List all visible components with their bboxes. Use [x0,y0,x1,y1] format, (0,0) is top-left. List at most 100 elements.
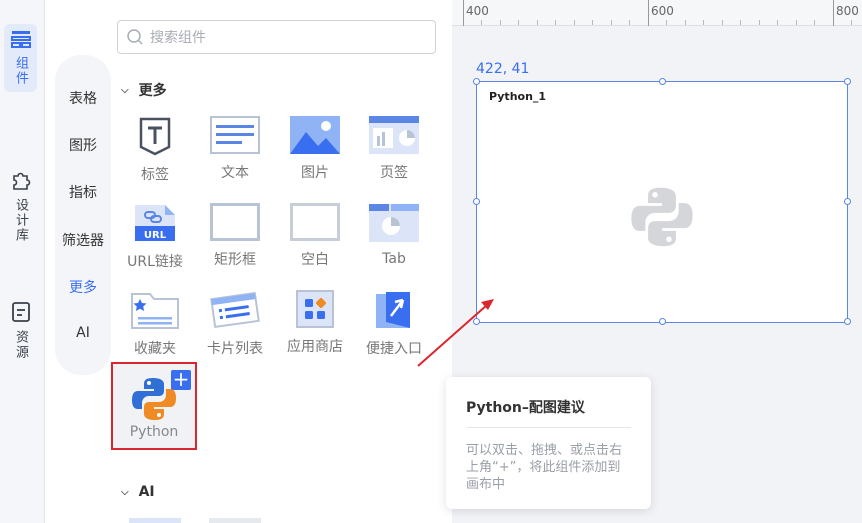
tile-quick-entry[interactable]: 便捷入口 [354,274,434,357]
tile-card-list-label: 卡片列表 [207,341,263,357]
components-icon [10,31,31,48]
ruler-label-800: 800 [836,4,859,18]
resize-handle-n[interactable] [659,78,666,85]
chevron-down-icon: ⌵ [121,84,129,96]
ruler-tick [574,20,575,25]
quick-entry-icon [376,292,410,328]
puzzle-icon [12,172,30,190]
python-widget[interactable]: Python_1 [473,78,851,325]
tile-image-label: 图片 [301,165,329,181]
ruler-major-tick [648,0,649,26]
ruler-tick [481,20,482,25]
ruler-label-400: 400 [466,4,489,18]
tile-label[interactable]: 标签 [115,100,195,183]
tile-text-label: 文本 [221,165,249,181]
category-list: 表格 图形 指标 筛选器 更多 AI [55,55,111,375]
rail-design-library[interactable]: 设计库 [4,168,37,243]
resize-handle-w[interactable] [473,198,480,205]
favorites-folder-icon [131,293,179,329]
position-readout: 422, 41 [476,61,530,77]
ruler-tick [814,20,815,25]
python-logo-icon [631,187,693,247]
tile-card-list[interactable]: 卡片列表 [195,274,275,357]
ruler-tick [518,20,519,25]
image-icon [290,116,340,154]
resize-handle-se[interactable] [844,318,851,325]
tile-blank[interactable]: 空白 [275,187,355,268]
url-link-icon: URL [135,205,175,241]
search-input[interactable]: 搜索组件 [117,20,436,54]
page-tab-icon [369,116,419,154]
ruler-tick [759,20,760,25]
ruler-major-tick [463,0,464,26]
category-ai[interactable]: AI [55,325,111,341]
search-placeholder: 搜索组件 [150,30,206,46]
tooltip-body: 可以双击、拖拽、或点击右上角“+”，将此组件添加到画布中 [466,443,623,492]
ruler-tick [666,20,667,25]
resize-handle-e[interactable] [844,198,851,205]
tile-tab-label: Tab [382,251,406,267]
app-store-icon [296,290,334,328]
category-filters[interactable]: 筛选器 [55,230,111,250]
category-graphics[interactable]: 图形 [55,135,111,155]
resize-handle-s[interactable] [659,318,666,325]
tile-image[interactable]: 图片 [275,100,355,181]
section-ai-header[interactable]: ⌵ AI [121,484,155,500]
python-logo-icon [132,378,176,420]
category-table[interactable]: 表格 [55,88,111,108]
tile-favorites-label: 收藏夹 [134,341,176,357]
ruler-tick [685,20,686,25]
ruler-major-tick [833,0,834,26]
component-tooltip: Python–配图建议 可以双击、拖拽、或点击右上角“+”，将此组件添加到画布中 [446,377,651,509]
tile-app-store[interactable]: 应用商店 [275,274,355,355]
rail-components[interactable]: 组件 [4,24,37,92]
document-icon [11,302,30,322]
ruler-label-600: 600 [651,4,674,18]
ruler-tick [611,20,612,25]
rail-resources-label: 资源 [13,330,28,360]
tile-tab[interactable]: Tab [354,187,434,267]
label-tag-icon [139,117,171,156]
section-more-title: 更多 [138,83,167,99]
ruler-tick [722,20,723,25]
rectangle-icon [210,203,260,241]
tile-blank-label: 空白 [301,252,329,268]
ruler-tick [537,20,538,25]
widget-title: Python_1 [489,90,547,103]
tile-python-label: Python [129,424,179,440]
tile-url-link-label: URL链接 [127,254,183,270]
tile-label-text: 标签 [141,167,169,183]
ruler-tick [592,20,593,25]
ruler-tick [500,20,501,25]
rail-components-label: 组件 [13,56,28,86]
tooltip-title: Python–配图建议 [466,397,631,428]
ruler-tick [703,20,704,25]
ruler-tick [796,20,797,25]
ruler-tick [629,20,630,25]
tab-icon [369,204,419,242]
rail-resources[interactable]: 资源 [4,300,37,360]
tile-python[interactable]: + Python [111,362,197,450]
card-list-icon [210,291,260,329]
tile-quick-entry-label: 便捷入口 [366,341,422,357]
chevron-down-icon: ⌵ [121,486,129,498]
text-block-icon [210,116,260,154]
ruler-tick [555,20,556,25]
resize-handle-ne[interactable] [844,78,851,85]
section-more-header[interactable]: ⌵ 更多 [121,80,167,100]
tile-page-tab-label: 页签 [380,165,408,181]
resize-handle-sw[interactable] [473,318,480,325]
component-panel: 搜索组件 ⌵ 更多 标签 文本 图片 页签 URL URL链接 矩形框 空白 T… [111,0,451,523]
tile-url-link[interactable]: URL URL链接 [115,187,195,270]
tile-favorites[interactable]: 收藏夹 [115,274,195,357]
resize-handle-nw[interactable] [473,78,480,85]
tile-page-tab[interactable]: 页签 [354,100,434,181]
category-metrics[interactable]: 指标 [55,182,111,202]
ruler-tick [851,20,852,25]
tile-app-store-label: 应用商店 [287,339,343,355]
category-more[interactable]: 更多 [55,277,111,297]
tile-text[interactable]: 文本 [195,100,275,181]
ai-tile-peek [209,518,261,523]
ai-tile-peek [129,518,181,523]
tile-rect[interactable]: 矩形框 [195,187,275,268]
